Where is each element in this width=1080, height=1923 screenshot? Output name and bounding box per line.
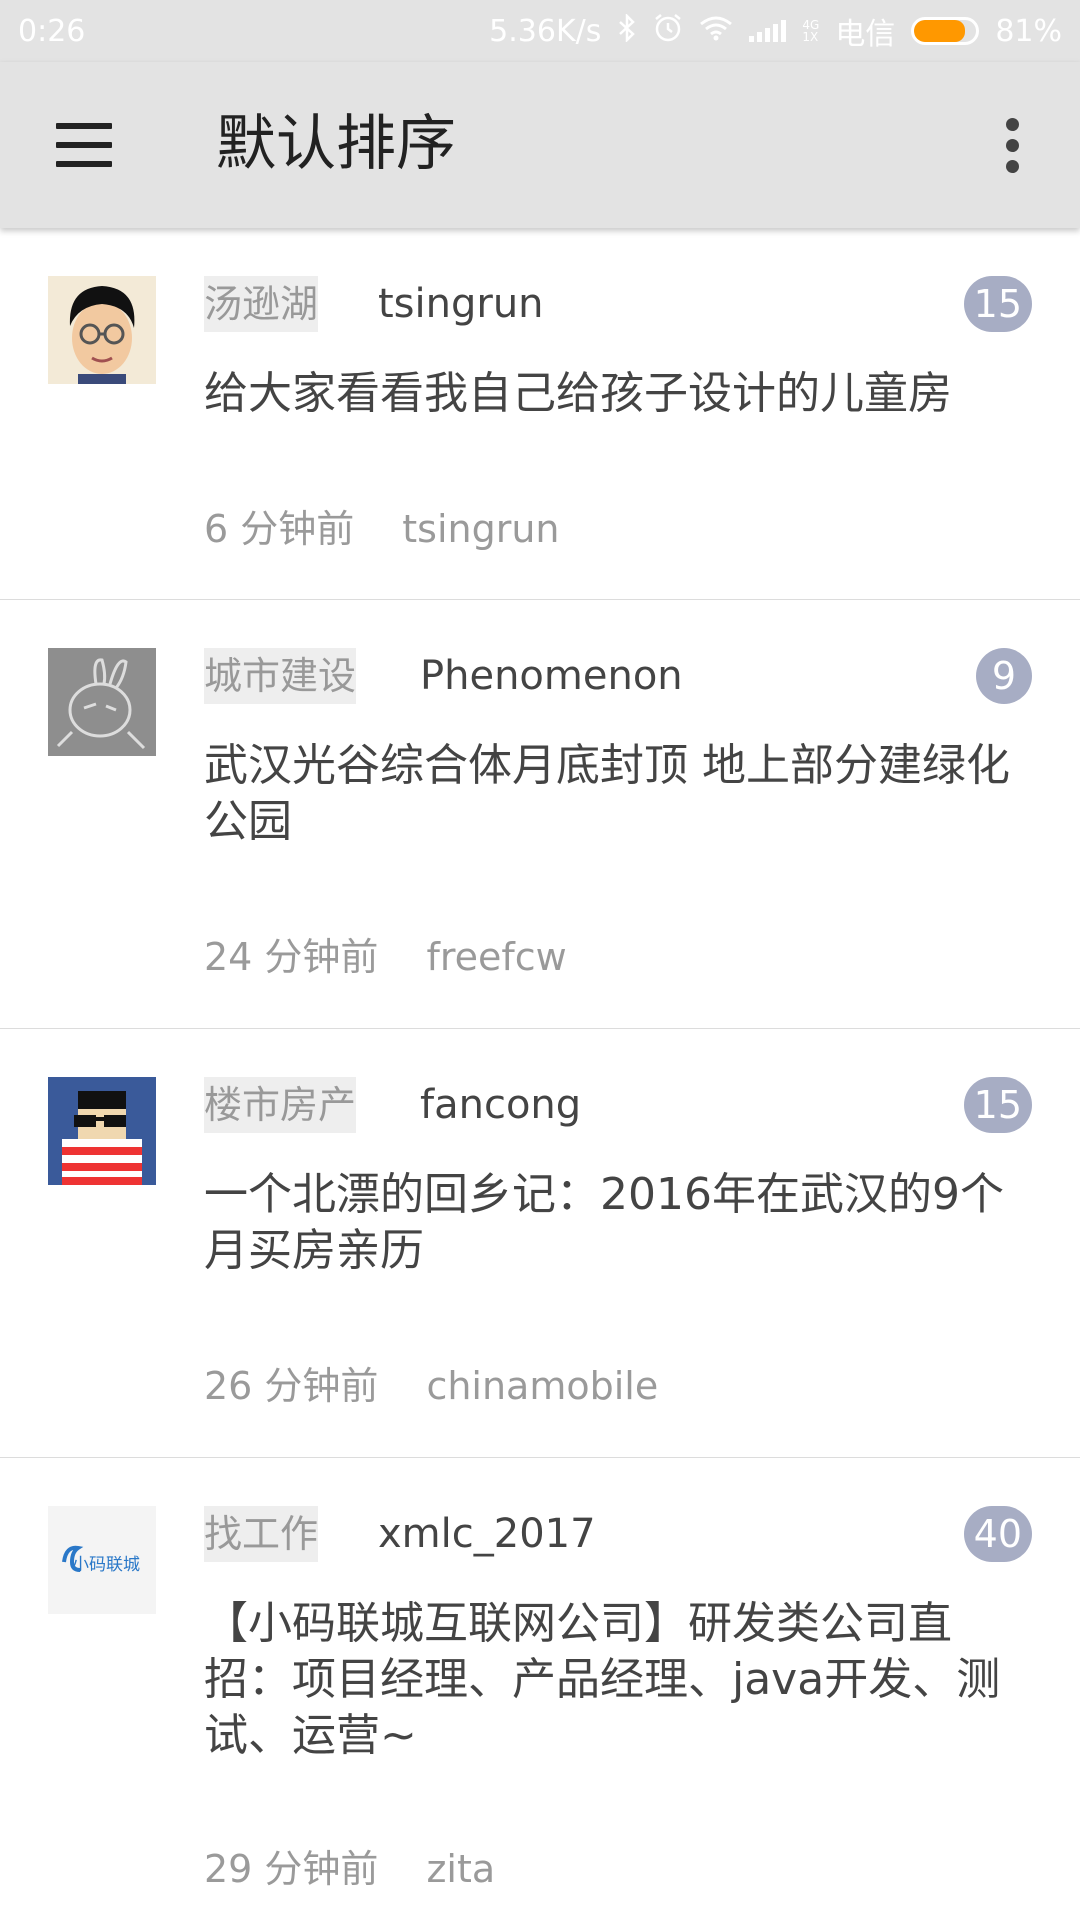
last-reply-user[interactable]: chinamobile — [426, 1364, 658, 1408]
post-meta: 6 分钟前 tsingrun — [204, 504, 560, 554]
last-reply-user[interactable]: freefcw — [426, 935, 566, 979]
xiaoma-lianchen-logo-avatar: 小码联城 — [48, 1506, 156, 1614]
post-time: 29 分钟前 — [204, 1847, 379, 1891]
category-tag[interactable]: 汤逊湖 — [204, 276, 319, 332]
cartoon-glasses-avatar — [48, 276, 156, 384]
pixel-sunglasses-avatar — [48, 1077, 156, 1185]
post-time: 24 分钟前 — [204, 935, 379, 979]
category-tag[interactable]: 楼市房产 — [204, 1077, 357, 1133]
item-header: 城市建设 Phenomenon 9 — [204, 648, 1032, 708]
bluetooth-icon — [617, 12, 637, 49]
status-time: 0:26 — [18, 13, 86, 49]
reply-count-badge: 15 — [963, 1077, 1032, 1133]
post-time: 26 分钟前 — [204, 1364, 379, 1408]
menu-icon[interactable] — [56, 123, 112, 167]
reply-count-badge: 40 — [963, 1506, 1032, 1562]
author-name[interactable]: tsingrun — [378, 276, 544, 332]
post-meta: 29 分钟前 zita — [204, 1844, 495, 1894]
last-reply-user[interactable]: zita — [426, 1847, 495, 1891]
carrier-label: 电信 — [835, 17, 896, 52]
author-name[interactable]: xmlc_2017 — [378, 1506, 596, 1562]
item-header: 楼市房产 fancong 15 — [204, 1077, 1032, 1137]
post-title[interactable]: 武汉光谷综合体月底封顶 地上部分建绿化公园 — [204, 738, 1036, 850]
avatar[interactable] — [48, 276, 156, 384]
battery-icon — [911, 17, 980, 45]
wifi-icon — [699, 15, 733, 48]
battery-fill — [914, 20, 965, 42]
avatar[interactable]: 小码联城 — [48, 1506, 156, 1614]
post-meta: 24 分钟前 freefcw — [204, 932, 567, 982]
more-vert-icon[interactable] — [998, 118, 1028, 174]
list-item[interactable]: 汤逊湖 tsingrun 15 给大家看看我自己给孩子设计的儿童房 6 分钟前 t… — [0, 228, 1080, 600]
last-reply-user[interactable]: tsingrun — [402, 507, 559, 551]
status-icons: 5.36K/s 4G 1X 电信 81% — [489, 9, 1062, 53]
post-title[interactable]: 【小码联城互联网公司】研发类公司直招：项目经理、产品经理、java开发、测试、运… — [204, 1596, 1036, 1764]
net-speed: 5.36K/s — [489, 13, 602, 49]
post-title[interactable]: 给大家看看我自己给孩子设计的儿童房 — [204, 366, 1036, 422]
item-header: 找工作 xmlc_2017 40 — [204, 1506, 1032, 1566]
battery-percent: 81% — [995, 13, 1062, 49]
network-type: 4G 1X — [802, 18, 820, 44]
status-bar: 0:26 5.36K/s 4G 1X 电信 81% — [0, 0, 1080, 62]
list-item[interactable]: 小码联城 找工作 xmlc_2017 40 【小码联城互联网公司】研发类公司直招… — [0, 1458, 1080, 1923]
post-list: 汤逊湖 tsingrun 15 给大家看看我自己给孩子设计的儿童房 6 分钟前 t… — [0, 228, 1080, 1923]
list-item[interactable]: 楼市房产 fancong 15 一个北漂的回乡记：2016年在武汉的9个月买房亲… — [0, 1029, 1080, 1458]
post-title[interactable]: 一个北漂的回乡记：2016年在武汉的9个月买房亲历 — [204, 1167, 1036, 1279]
reply-count-badge: 9 — [976, 648, 1032, 704]
alarm-icon — [653, 13, 683, 50]
signal-icon — [749, 20, 787, 42]
post-meta: 26 分钟前 chinamobile — [204, 1361, 658, 1411]
item-header: 汤逊湖 tsingrun 15 — [204, 276, 1032, 336]
avatar[interactable] — [48, 1077, 156, 1185]
rabbit-sketch-avatar — [48, 648, 156, 756]
page-title: 默认排序 — [216, 109, 456, 179]
category-tag[interactable]: 城市建设 — [204, 648, 357, 704]
post-time: 6 分钟前 — [204, 507, 355, 551]
author-name[interactable]: fancong — [420, 1077, 581, 1133]
svg-text:小码联城: 小码联城 — [72, 1555, 140, 1575]
avatar[interactable] — [48, 648, 156, 756]
app-bar: 默认排序 — [0, 62, 1080, 228]
reply-count-badge: 15 — [963, 276, 1032, 332]
category-tag[interactable]: 找工作 — [204, 1506, 319, 1562]
list-item[interactable]: 城市建设 Phenomenon 9 武汉光谷综合体月底封顶 地上部分建绿化公园 … — [0, 600, 1080, 1029]
author-name[interactable]: Phenomenon — [420, 648, 683, 704]
